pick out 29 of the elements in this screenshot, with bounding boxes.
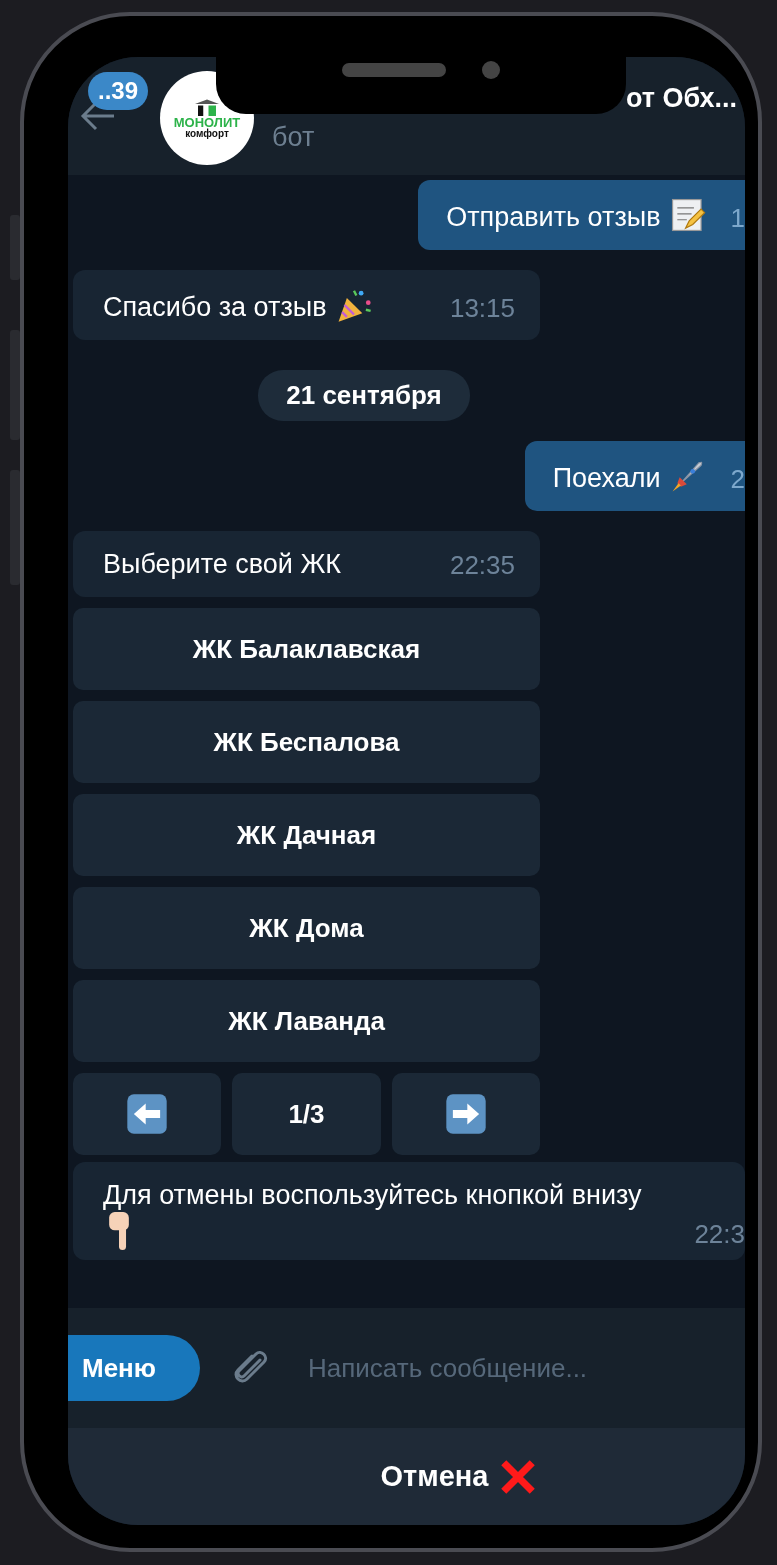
message-time: 2 xyxy=(729,464,745,495)
message-time: 22:35 xyxy=(448,550,515,581)
camera-dot xyxy=(482,61,500,79)
page-indicator-button[interactable]: 1/3 xyxy=(232,1073,381,1155)
message-text: Выберите свой ЖК xyxy=(103,548,342,581)
message-time: 22:3 xyxy=(693,1219,745,1250)
chat-subtitle: бот xyxy=(272,122,316,153)
inline-keyboard-button[interactable]: ЖК Балаклавская xyxy=(73,608,540,690)
message-text: Спасибо за отзыв xyxy=(103,291,327,324)
message-text: Для отмены воспользуйтесь кнопкой внизу xyxy=(103,1179,643,1212)
message-text: Поехали xyxy=(552,462,661,495)
logo-text: МОНОЛИТ xyxy=(173,115,241,129)
logo-text: комфорт xyxy=(185,128,229,139)
inline-keyboard-button[interactable]: ЖК Лаванда xyxy=(73,980,540,1062)
next-page-button[interactable] xyxy=(391,1073,540,1155)
inline-keyboard-button[interactable]: ЖК Дома xyxy=(73,887,540,969)
cross-icon xyxy=(498,1457,537,1496)
message-text: Отправить отзыв xyxy=(446,201,661,234)
previous-page-button[interactable] xyxy=(73,1073,222,1155)
menu-button[interactable]: Меню xyxy=(68,1335,200,1401)
inline-keyboard-button[interactable]: ЖК Дачная xyxy=(73,794,540,876)
message-time: 1 xyxy=(729,203,745,234)
message-time: 13:15 xyxy=(448,293,515,324)
inline-keyboard-button[interactable]: ЖК Беспалова xyxy=(73,701,540,783)
chat-title: от Обх... xyxy=(624,83,737,114)
cancel-button[interactable]: Отмена xyxy=(68,1428,745,1525)
date-separator: 21 сентября xyxy=(258,370,470,421)
message-input[interactable]: Написать сообщение... xyxy=(306,1351,745,1385)
unread-badge: ..39 xyxy=(88,72,149,110)
